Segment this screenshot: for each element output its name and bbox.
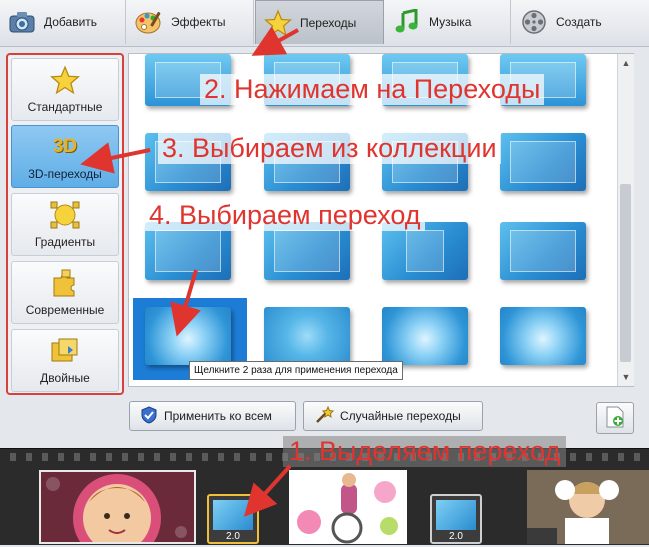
- slide-thumbnail[interactable]: [289, 470, 407, 544]
- category-double[interactable]: Двойные: [11, 329, 119, 392]
- 3d-icon: 3D: [52, 136, 78, 157]
- slide-photo-schoolgirl: [527, 470, 649, 544]
- puzzle-icon: [49, 268, 81, 298]
- annotation-step-1: 1. Выделяем переход: [283, 436, 567, 467]
- tab-label: Добавить: [44, 15, 98, 29]
- camera-icon: [8, 8, 36, 36]
- category-label: Стандартные: [27, 100, 103, 114]
- timeline-transition-selected[interactable]: 2.0: [207, 494, 259, 544]
- tab-label: Переходы: [300, 15, 357, 30]
- gallery-scrollbar[interactable]: ▲ ▼: [617, 54, 634, 386]
- annotation-step-4: 4. Выбираем переход: [145, 200, 425, 231]
- slide-thumbnail[interactable]: [39, 470, 196, 547]
- transition-thumbnail[interactable]: [264, 307, 350, 365]
- transition-preview: [213, 500, 253, 530]
- transition-duration: 2.0: [226, 531, 240, 542]
- category-modern[interactable]: Современные: [11, 261, 119, 324]
- category-sidebar: Стандартные 3D 3D-переходы Градиенты Сов…: [6, 53, 124, 395]
- annotation-step-2: 2. Нажимаем на Переходы: [200, 74, 545, 105]
- transition-duration: 2.0: [449, 531, 463, 542]
- category-standard[interactable]: Стандартные: [11, 58, 119, 121]
- tab-music[interactable]: Музыка: [385, 0, 511, 44]
- gradient-circle-icon: [49, 200, 81, 230]
- random-transitions-button[interactable]: Случайные переходы: [303, 401, 483, 431]
- tab-label: Эффекты: [171, 15, 226, 29]
- film-reel-icon: [520, 8, 548, 36]
- palette-icon: [135, 8, 163, 36]
- transition-thumbnail-selected[interactable]: [145, 307, 231, 365]
- transition-thumbnail[interactable]: [382, 307, 468, 365]
- music-note-icon: [393, 8, 421, 36]
- tab-label: Музыка: [429, 15, 472, 29]
- star-icon: [264, 8, 292, 37]
- slide-photo-girl-frame: [41, 472, 194, 547]
- category-3d[interactable]: 3D 3D-переходы: [11, 125, 119, 188]
- timeline-transition[interactable]: 2.0: [430, 494, 482, 544]
- add-transition-button[interactable]: [596, 402, 634, 434]
- tooltip: Щелкните 2 раза для применения перехода: [189, 361, 403, 380]
- scrollbar-thumb[interactable]: [620, 184, 631, 362]
- transition-thumbnail[interactable]: [500, 133, 586, 191]
- category-label: 3D-переходы: [28, 167, 102, 181]
- slide-thumbnail[interactable]: [527, 470, 649, 544]
- category-label: Двойные: [40, 371, 90, 385]
- transition-preview: [436, 500, 476, 530]
- category-label: Градиенты: [34, 235, 96, 249]
- category-label: Современные: [25, 303, 105, 317]
- transition-thumbnail[interactable]: [500, 307, 586, 365]
- shield-icon: [140, 405, 158, 427]
- star-icon: [49, 65, 81, 95]
- button-label: Применить ко всем: [164, 409, 272, 423]
- tab-add[interactable]: Добавить: [0, 0, 126, 44]
- tab-transitions[interactable]: Переходы: [255, 0, 384, 44]
- tab-effects[interactable]: Эффекты: [127, 0, 254, 44]
- scroll-up-icon[interactable]: ▲: [621, 58, 631, 68]
- transition-thumbnail[interactable]: [500, 222, 586, 280]
- annotation-step-3: 3. Выбираем из коллекции: [158, 133, 501, 164]
- scroll-down-icon[interactable]: ▼: [621, 372, 631, 382]
- button-label: Случайные переходы: [340, 409, 461, 423]
- add-page-icon: [605, 406, 625, 431]
- magic-wand-icon: [314, 405, 335, 427]
- double-transition-icon: [49, 336, 81, 366]
- slide-photo-flowers: [289, 470, 407, 544]
- apply-to-all-button[interactable]: Применить ко всем: [129, 401, 296, 431]
- tab-label: Создать: [556, 15, 602, 29]
- tab-create[interactable]: Создать: [512, 0, 649, 44]
- main-tab-bar: Добавить Эффекты Переходы Музыка Создать: [0, 0, 649, 47]
- category-gradients[interactable]: Градиенты: [11, 193, 119, 256]
